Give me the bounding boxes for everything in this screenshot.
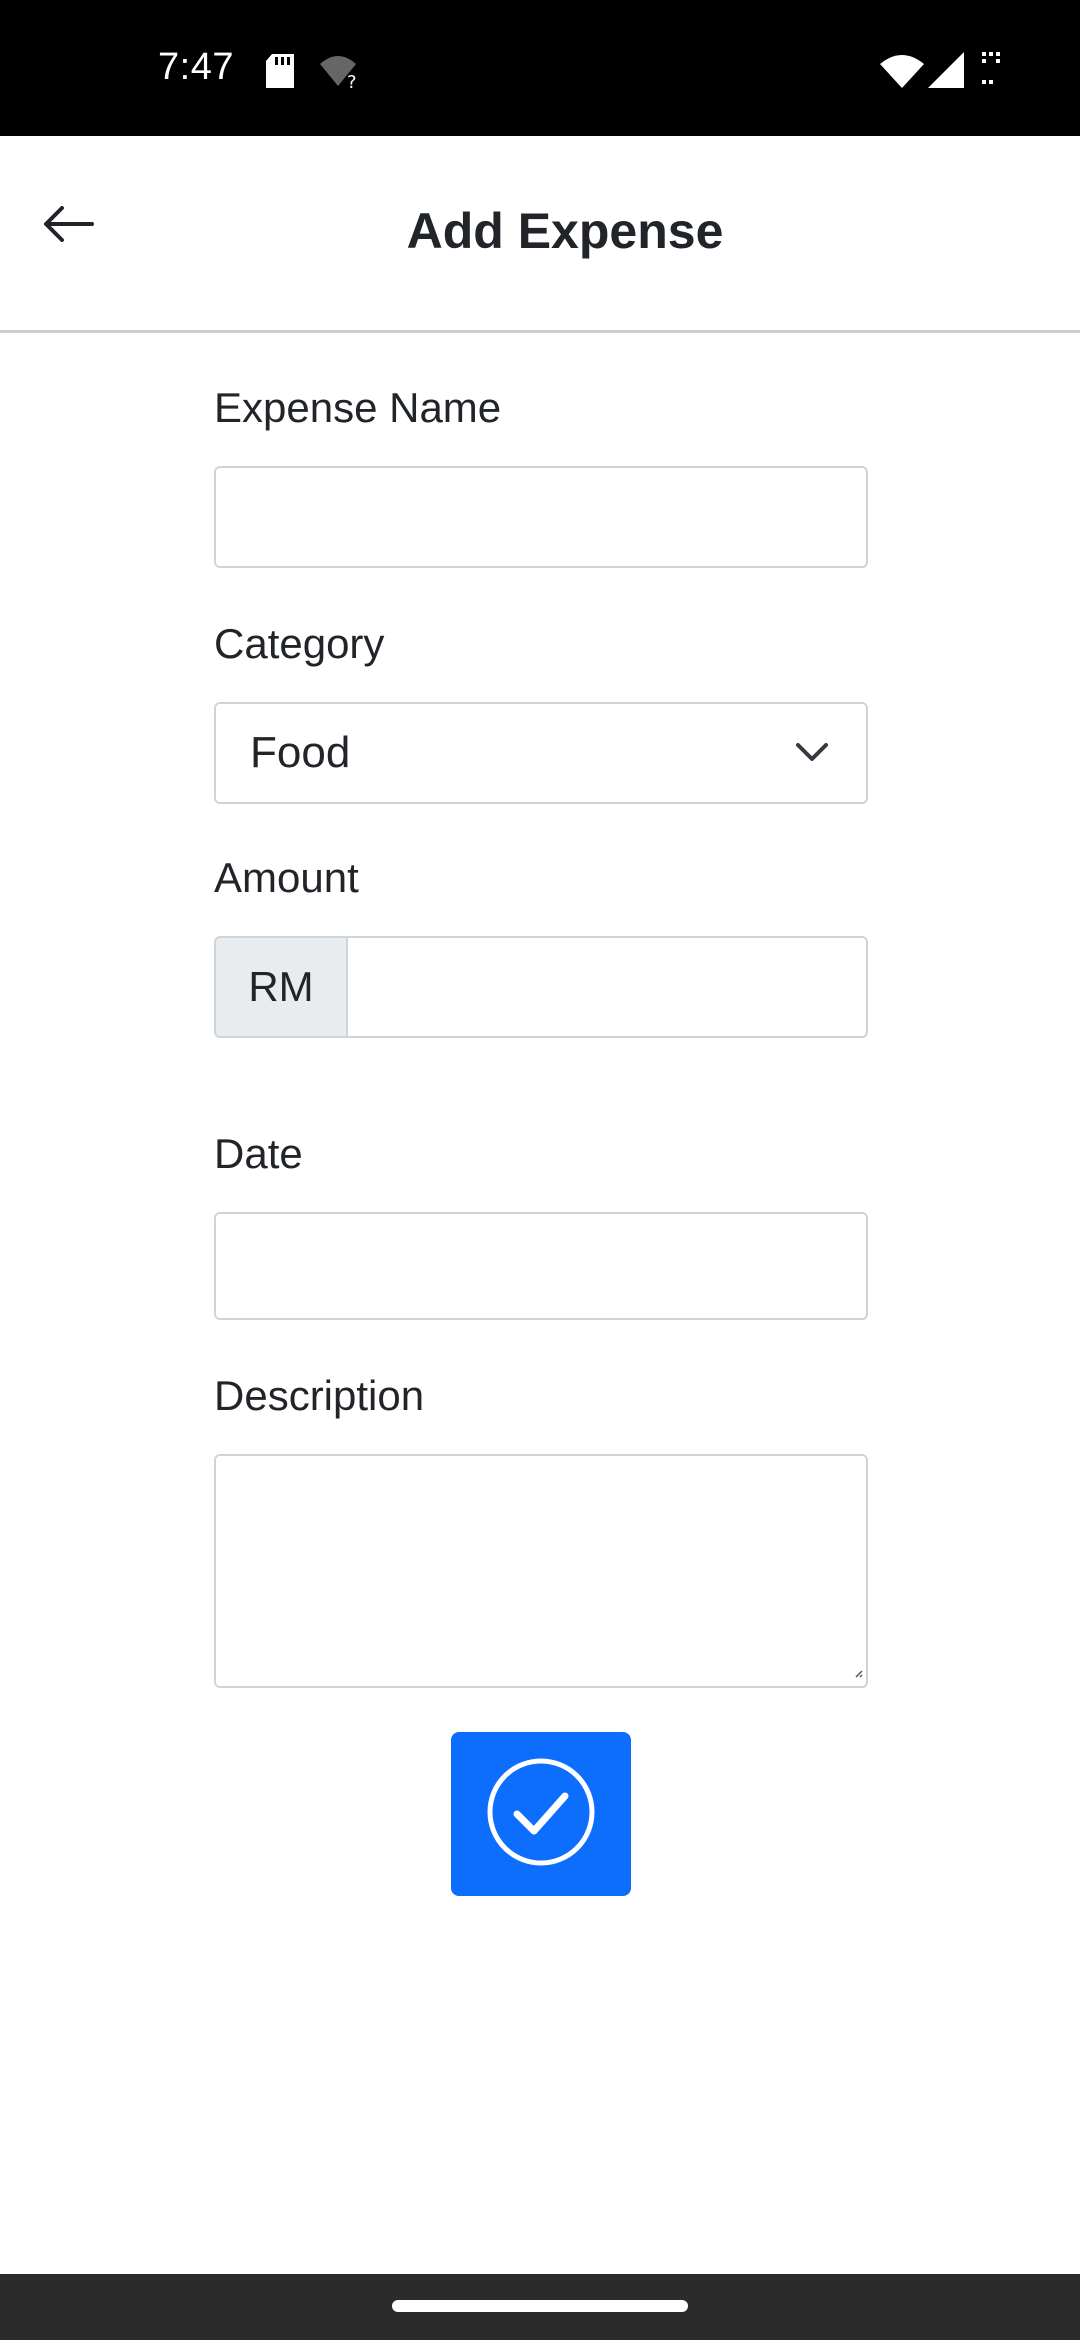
svg-text:?: ? <box>347 72 357 90</box>
battery-icon <box>980 50 1002 95</box>
amount-input[interactable] <box>346 936 868 1038</box>
home-indicator[interactable] <box>392 2300 688 2312</box>
description-label: Description <box>214 1372 425 1419</box>
expense-name-input[interactable] <box>214 466 868 568</box>
date-input[interactable] <box>214 1212 868 1320</box>
description-textarea[interactable] <box>214 1454 868 1688</box>
expense-name-label: Expense Name <box>214 384 502 431</box>
amount-label: Amount <box>214 854 359 901</box>
currency-prefix: RM <box>214 936 348 1038</box>
chevron-down-icon <box>794 734 830 775</box>
submit-button[interactable] <box>451 1732 631 1896</box>
date-label: Date <box>214 1130 303 1177</box>
wifi-question-icon: ? <box>318 54 362 95</box>
status-bar: 7:47 ? <box>0 0 1080 136</box>
category-select[interactable]: Food <box>214 702 868 804</box>
app-bar: Add Expense <box>0 136 1080 333</box>
sd-card-icon <box>266 54 294 93</box>
page-title: Add Expense <box>406 203 724 259</box>
check-circle-icon <box>485 1756 597 1873</box>
system-navigation-bar <box>0 2274 1080 2340</box>
signal-icon <box>928 52 964 93</box>
wifi-icon <box>880 54 924 93</box>
resize-grip-icon[interactable] <box>853 1665 863 1683</box>
category-selected-value: Food <box>250 728 351 777</box>
status-time: 7:47 <box>158 46 234 88</box>
amount-input-group: RM <box>214 936 868 1038</box>
category-label: Category <box>214 620 385 667</box>
